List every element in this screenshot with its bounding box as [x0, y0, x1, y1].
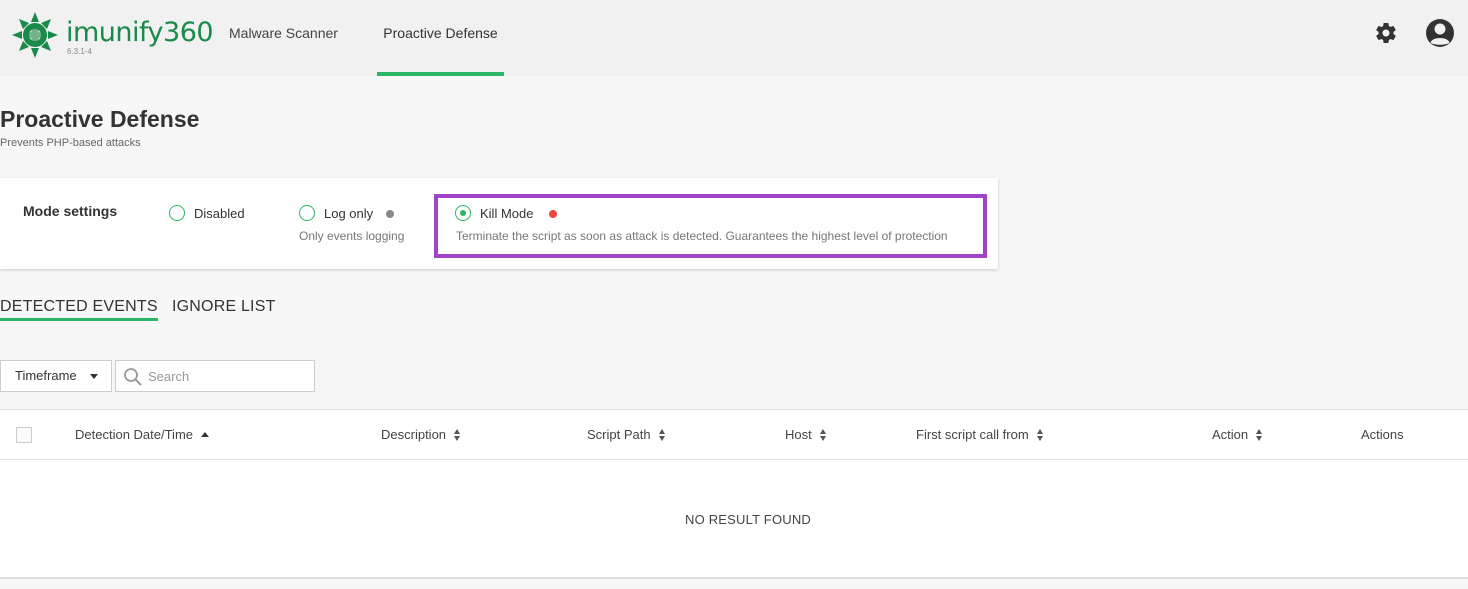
top-navbar: imunify360 6.3.1-4 Malware Scanner Proac… — [0, 0, 1468, 76]
mode-settings-label: Mode settings — [23, 203, 118, 219]
tab-ignore-list[interactable]: IGNORE LIST — [172, 298, 276, 316]
kill-mode-highlight-box — [434, 194, 987, 258]
column-detection-datetime[interactable]: Detection Date/Time — [75, 427, 210, 442]
search-box — [115, 360, 315, 392]
tab-detected-events[interactable]: DETECTED EVENTS — [0, 298, 158, 321]
sort-icon — [819, 429, 827, 442]
timeframe-dropdown[interactable]: Timeframe — [0, 360, 112, 392]
caret-down-icon — [90, 374, 98, 379]
status-dot-gray — [386, 210, 394, 218]
column-actions: Actions — [1361, 427, 1404, 442]
imunify360-logo[interactable]: imunify360 6.3.1-4 — [12, 12, 214, 60]
mode-option-disabled[interactable]: Disabled — [169, 205, 259, 225]
column-description[interactable]: Description — [381, 427, 461, 442]
page-title: Proactive Defense — [0, 106, 200, 132]
column-host[interactable]: Host — [785, 427, 827, 442]
mode-option-description: Only events logging — [299, 229, 405, 243]
mode-option-label: Disabled — [194, 206, 245, 221]
sort-icon — [658, 429, 666, 442]
nav-tab-malware-scanner[interactable]: Malware Scanner — [224, 0, 343, 76]
events-table-header: Detection Date/Time Description Script P… — [0, 409, 1468, 460]
logo-mark-icon — [12, 12, 58, 58]
column-script-path[interactable]: Script Path — [587, 427, 666, 442]
sort-icon — [1256, 429, 1263, 442]
nav-tab-proactive-defense[interactable]: Proactive Defense — [377, 0, 504, 76]
sort-icon — [1036, 429, 1044, 442]
radio-log-only[interactable] — [299, 205, 315, 221]
timeframe-label: Timeframe — [15, 368, 77, 383]
sort-icon — [454, 429, 461, 442]
radio-disabled[interactable] — [169, 205, 185, 221]
app-version: 6.3.1-4 — [67, 47, 92, 56]
column-action[interactable]: Action — [1212, 427, 1263, 442]
select-all-checkbox[interactable] — [16, 427, 32, 443]
mode-settings-card: Mode settings Disabled Log only Only eve… — [0, 178, 998, 269]
events-table-body: NO RESULT FOUND — [0, 460, 1468, 579]
sort-asc-icon — [201, 431, 210, 437]
mode-option-label: Log only — [324, 206, 374, 221]
empty-state-text: NO RESULT FOUND — [684, 512, 812, 527]
logo-text: imunify360 — [66, 17, 214, 48]
column-first-script-call[interactable]: First script call from — [916, 427, 1044, 442]
user-avatar-icon[interactable] — [1425, 18, 1455, 48]
search-input[interactable] — [148, 362, 308, 390]
search-icon — [124, 368, 142, 386]
gear-icon[interactable] — [1374, 21, 1398, 45]
mode-option-log-only[interactable]: Log only Only events logging — [299, 205, 414, 245]
page-subtitle: Prevents PHP-based attacks — [0, 137, 141, 149]
